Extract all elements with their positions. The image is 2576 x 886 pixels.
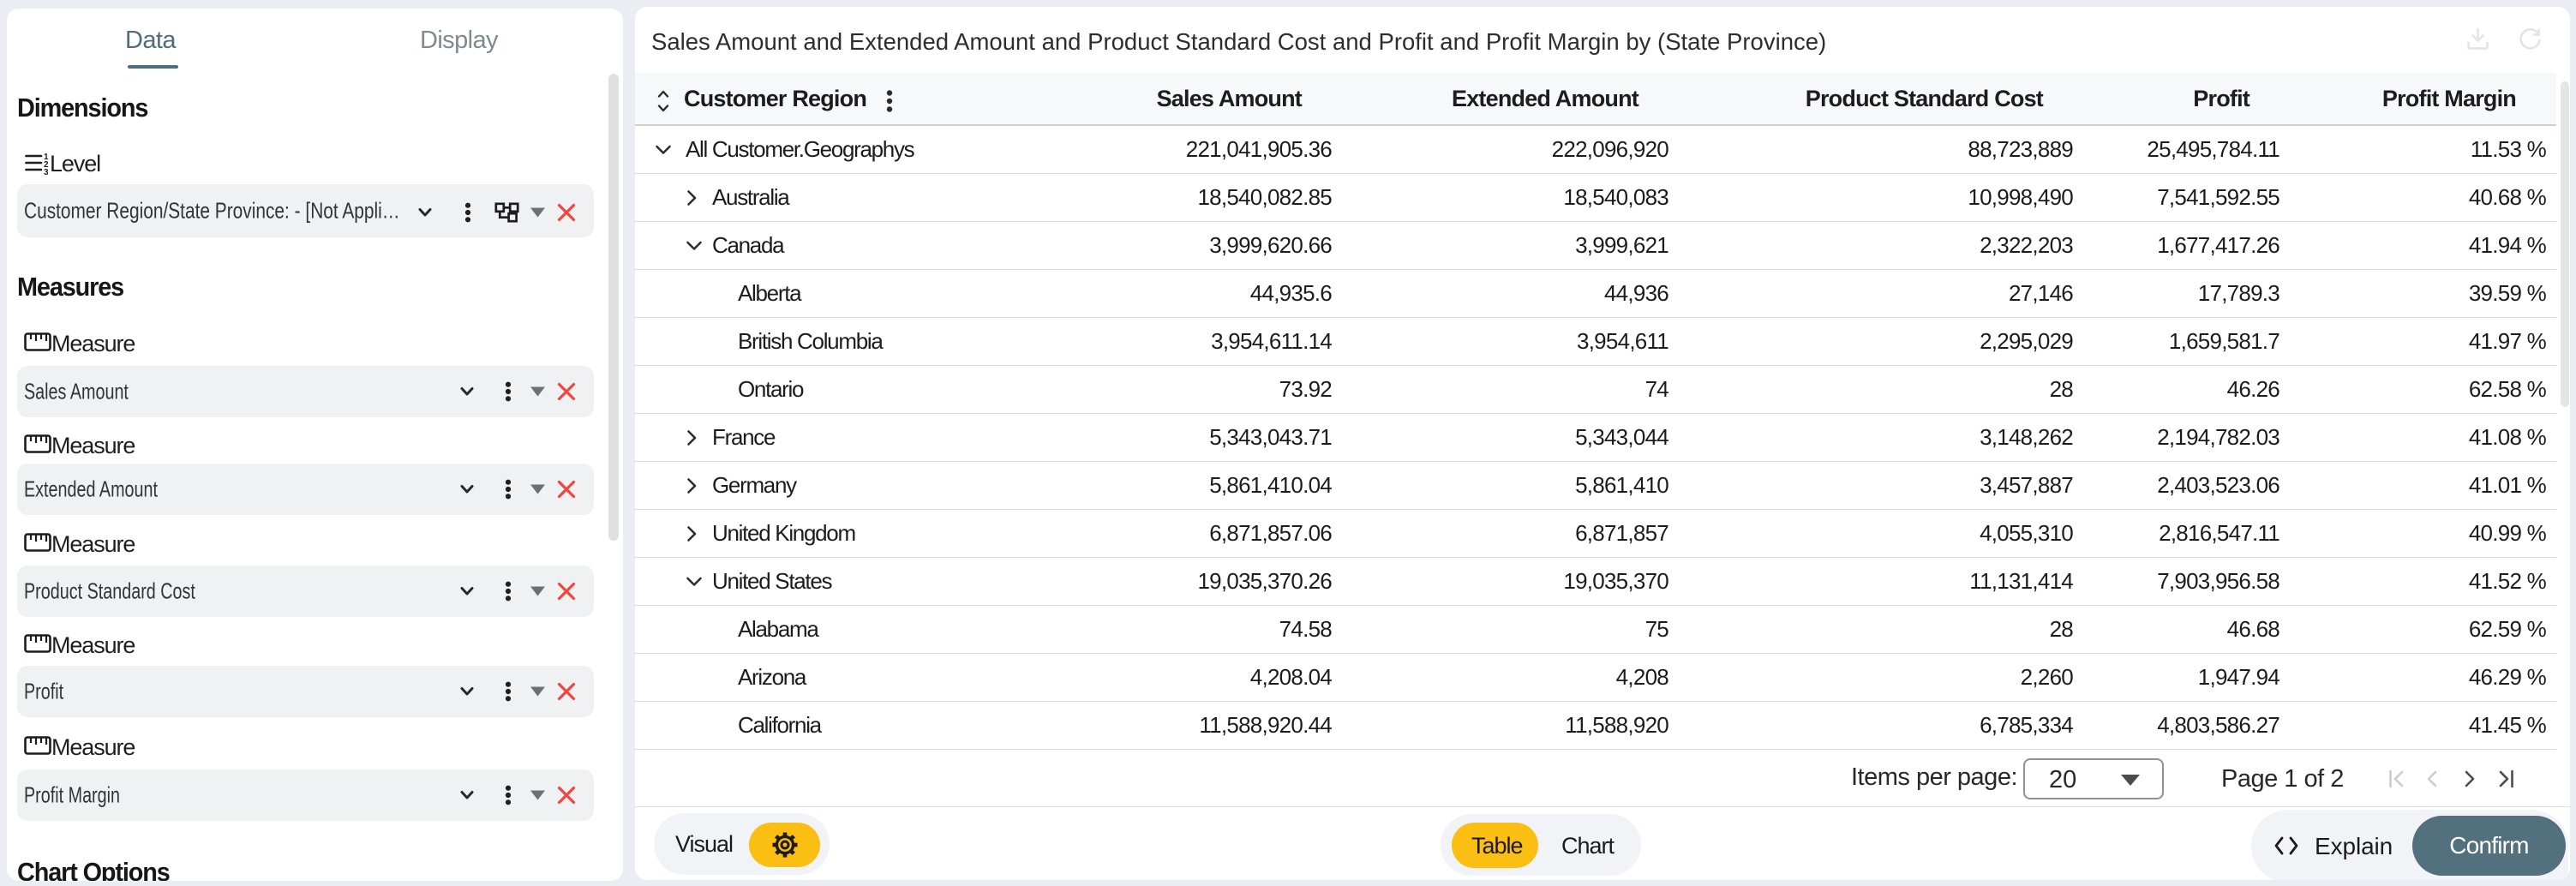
svg-text:3: 3 [44,168,49,175]
